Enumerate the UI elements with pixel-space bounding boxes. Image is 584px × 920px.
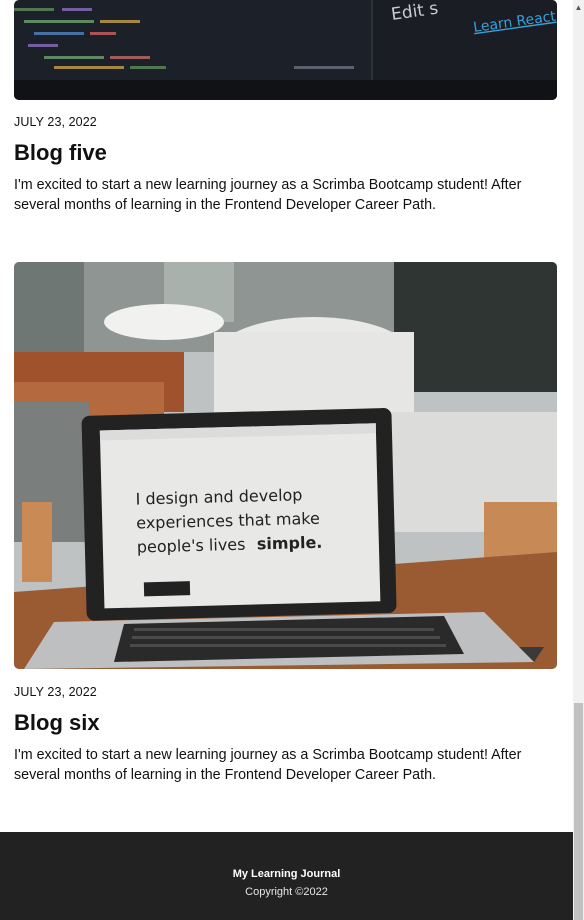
scroll-up-icon[interactable]: ▲ xyxy=(573,2,584,14)
blog-post-six[interactable]: I design and develop experiences that ma… xyxy=(14,262,557,802)
blog-post-five[interactable]: Edit s Learn React JULY 23, 2022 Blog fi… xyxy=(14,0,557,230)
post-excerpt: I'm excited to start a new learning jour… xyxy=(14,177,522,213)
laptop-screen-line-3: people's lives xyxy=(137,535,246,557)
post-excerpt: I'm excited to start a new learning jour… xyxy=(14,747,522,783)
laptop-photo-image: I design and develop experiences that ma… xyxy=(14,262,557,669)
post-thumbnail-laptop[interactable]: I design and develop experiences that ma… xyxy=(14,262,557,669)
site-footer: My Learning Journal Copyright ©2022 xyxy=(0,832,573,920)
laptop-screen-emphasis: simple. xyxy=(257,533,323,554)
vertical-scrollbar[interactable]: ▲ xyxy=(573,0,584,920)
scrollbar-thumb[interactable] xyxy=(574,703,583,920)
code-editor-image: Edit s Learn React xyxy=(14,0,557,100)
footer-copyright: Copyright ©2022 xyxy=(245,886,328,898)
post-thumbnail-code[interactable]: Edit s Learn React xyxy=(14,0,557,100)
footer-title: My Learning Journal xyxy=(232,868,341,880)
post-title[interactable]: Blog six xyxy=(14,710,100,736)
journal-page: Edit s Learn React JULY 23, 2022 Blog fi… xyxy=(0,0,573,832)
post-date: JULY 23, 2022 xyxy=(14,115,97,129)
post-date: JULY 23, 2022 xyxy=(14,685,97,699)
post-title[interactable]: Blog five xyxy=(14,140,107,166)
